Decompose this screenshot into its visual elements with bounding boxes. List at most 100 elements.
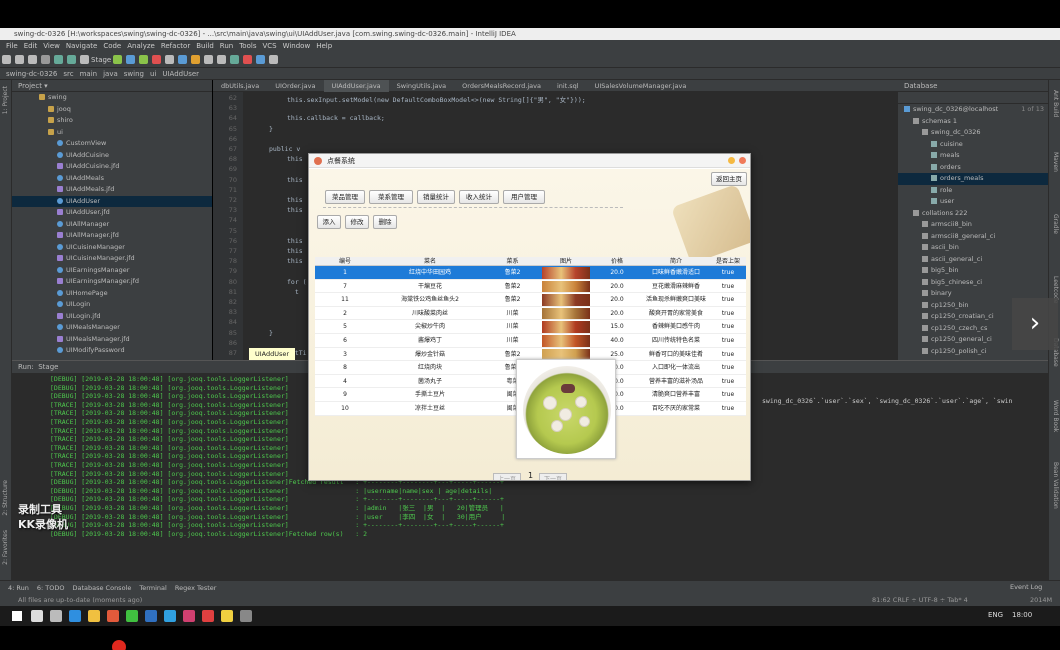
column-header[interactable]: 菜系 (485, 257, 540, 266)
close-icon[interactable] (739, 157, 746, 164)
database-tree-item[interactable]: meals (898, 150, 1048, 162)
next-page-button[interactable]: 下一页 (539, 473, 567, 480)
right-tool-tab[interactable]: Word Book (1052, 400, 1059, 432)
edit-dish-button[interactable]: 修改 (345, 215, 369, 229)
menu-code[interactable]: Code (103, 42, 121, 50)
right-tool-tab[interactable]: Ant Build (1052, 90, 1059, 117)
project-tree-item[interactable]: UIAllManager.jfd (12, 230, 212, 242)
windows-start-icon[interactable] (12, 611, 22, 621)
notes-icon[interactable] (221, 610, 233, 622)
editor-tab[interactable]: SwingUtils.java (389, 80, 454, 92)
project-tree-item[interactable]: shiro (12, 115, 212, 127)
editor-tab[interactable]: OrdersMealsRecord.java (454, 80, 549, 92)
project-tree-item[interactable]: UIAddUser (12, 195, 212, 207)
database-icon[interactable] (256, 55, 266, 64)
table-row[interactable]: 5 尖椒炒牛肉 川菜 15.0 香辣鲜美口感牛肉 true (315, 320, 746, 334)
add-dish-button[interactable]: 添入 (317, 215, 341, 229)
menu-run[interactable]: Run (220, 42, 233, 50)
editor-tab[interactable]: UIOrder.java (267, 80, 323, 92)
qq-icon[interactable] (164, 610, 176, 622)
project-tree-item[interactable]: UIAddMeals (12, 173, 212, 185)
editor-tab[interactable]: UIAddUser.java (323, 80, 389, 92)
menu-vcs[interactable]: VCS (262, 42, 276, 50)
database-tree-item[interactable]: armscii8_bin (898, 219, 1048, 231)
file-explorer-icon[interactable] (88, 610, 100, 622)
right-tool-tab[interactable]: Bean Validation (1052, 462, 1059, 509)
structure-tool-tab[interactable]: 2: Structure (2, 480, 9, 516)
project-tree-item[interactable]: UIAddUser.jfd (12, 207, 212, 219)
settings-icon[interactable] (240, 610, 252, 622)
app-title-bar[interactable]: 点餐系统 (309, 154, 750, 168)
database-tree-item[interactable]: collations 222 (898, 208, 1048, 220)
commit-icon[interactable] (191, 55, 201, 64)
table-row[interactable]: 1 红烧中华田园鸡 鲁菜2 20.0 口味鲜香嫩滑适口 true (315, 266, 746, 280)
project-tree-item[interactable]: UICuisineManager (12, 242, 212, 254)
database-tree-item[interactable]: user (898, 196, 1048, 208)
search-icon[interactable] (31, 610, 43, 622)
nav-crumb[interactable]: java (103, 70, 118, 78)
event-log-button[interactable]: Event Log (1010, 583, 1042, 591)
menu-navigate[interactable]: Navigate (66, 42, 97, 50)
bottom-tab[interactable]: Regex Tester (175, 584, 217, 592)
database-tree-item[interactable]: armscii8_general_ci (898, 231, 1048, 243)
project-tree-item[interactable]: UIAddCuisine (12, 150, 212, 162)
history-icon[interactable] (204, 55, 214, 64)
structure-icon[interactable] (165, 55, 175, 64)
project-tree-item[interactable]: CustomView (12, 138, 212, 150)
chrome-icon[interactable] (107, 610, 119, 622)
music-icon[interactable] (202, 610, 214, 622)
menu-tools[interactable]: Tools (239, 42, 256, 50)
memory-indicator[interactable]: 2014M (1030, 594, 1052, 606)
database-tree-item[interactable]: cuisine (898, 139, 1048, 151)
database-tree-item[interactable]: role (898, 185, 1048, 197)
editor-tab[interactable]: UISalesVolumeManager.java (587, 80, 695, 92)
project-tree-item[interactable]: UIModifyPassword (12, 345, 212, 357)
run-icon[interactable] (113, 55, 123, 64)
project-tree-item[interactable]: UIAddCuisine.jfd (12, 161, 212, 173)
minimize-icon[interactable] (728, 157, 735, 164)
menu-analyze[interactable]: Analyze (127, 42, 155, 50)
database-tree-item[interactable]: big5_chinese_ci (898, 277, 1048, 289)
menu-file[interactable]: File (6, 42, 18, 50)
debug-icon[interactable] (126, 55, 136, 64)
delete-dish-button[interactable]: 删除 (373, 215, 397, 229)
nav-crumb[interactable]: swing-dc-0326 (6, 70, 57, 78)
intellij-icon[interactable] (183, 610, 195, 622)
menu-build[interactable]: Build (196, 42, 214, 50)
project-tree-item[interactable]: UIAllManager (12, 219, 212, 231)
project-panel-title[interactable]: Project (18, 82, 42, 90)
column-header[interactable]: 菜名 (375, 257, 485, 266)
run-tab-stage[interactable]: Stage (38, 363, 58, 371)
project-tree-item[interactable]: swing (12, 92, 212, 104)
nav-button-5[interactable]: 用户管理 (503, 190, 545, 204)
store-icon[interactable] (145, 610, 157, 622)
database-tree-item[interactable]: big5_bin (898, 265, 1048, 277)
editor-tab[interactable]: dbUtils.java (213, 80, 267, 92)
right-tool-tab[interactable]: Maven (1052, 152, 1059, 172)
column-header[interactable]: 是否上架 (710, 257, 746, 266)
task-view-icon[interactable] (50, 610, 62, 622)
build-icon[interactable] (67, 55, 76, 64)
database-panel-title[interactable]: Database (904, 82, 937, 90)
edge-icon[interactable] (69, 610, 81, 622)
project-tree-item[interactable]: UIMealsManager.jfd (12, 334, 212, 346)
language-indicator[interactable]: ENG (988, 611, 1003, 619)
menu-window[interactable]: Window (283, 42, 311, 50)
project-tree-item[interactable]: UIEarningsManager (12, 265, 212, 277)
table-row[interactable]: 2 川味酸菜肉丝 川菜 20.0 酸爽开胃的家常美食 true (315, 306, 746, 321)
database-tree-item[interactable]: ascii_bin (898, 242, 1048, 254)
column-header[interactable]: 简介 (642, 257, 710, 266)
bottom-tab[interactable]: Terminal (139, 584, 166, 592)
menu-refactor[interactable]: Refactor (161, 42, 190, 50)
nav-button-4[interactable]: 收入统计 (459, 190, 499, 204)
stop-icon[interactable] (152, 55, 162, 64)
nav-button-1[interactable]: 菜品管理 (325, 190, 365, 204)
favorites-tool-tab[interactable]: 2: Favorites (2, 530, 9, 565)
nav-crumb[interactable]: swing (124, 70, 144, 78)
layout-icon[interactable] (269, 55, 279, 64)
nav-crumb[interactable]: src (63, 70, 73, 78)
project-tree-item[interactable]: jooq (12, 104, 212, 116)
table-row[interactable]: 6 酱爆鸡丁 川菜 40.0 四川传统特色名菜 true (315, 333, 746, 348)
menu-view[interactable]: View (43, 42, 60, 50)
project-tool-tab[interactable]: 1: Project (2, 86, 9, 114)
